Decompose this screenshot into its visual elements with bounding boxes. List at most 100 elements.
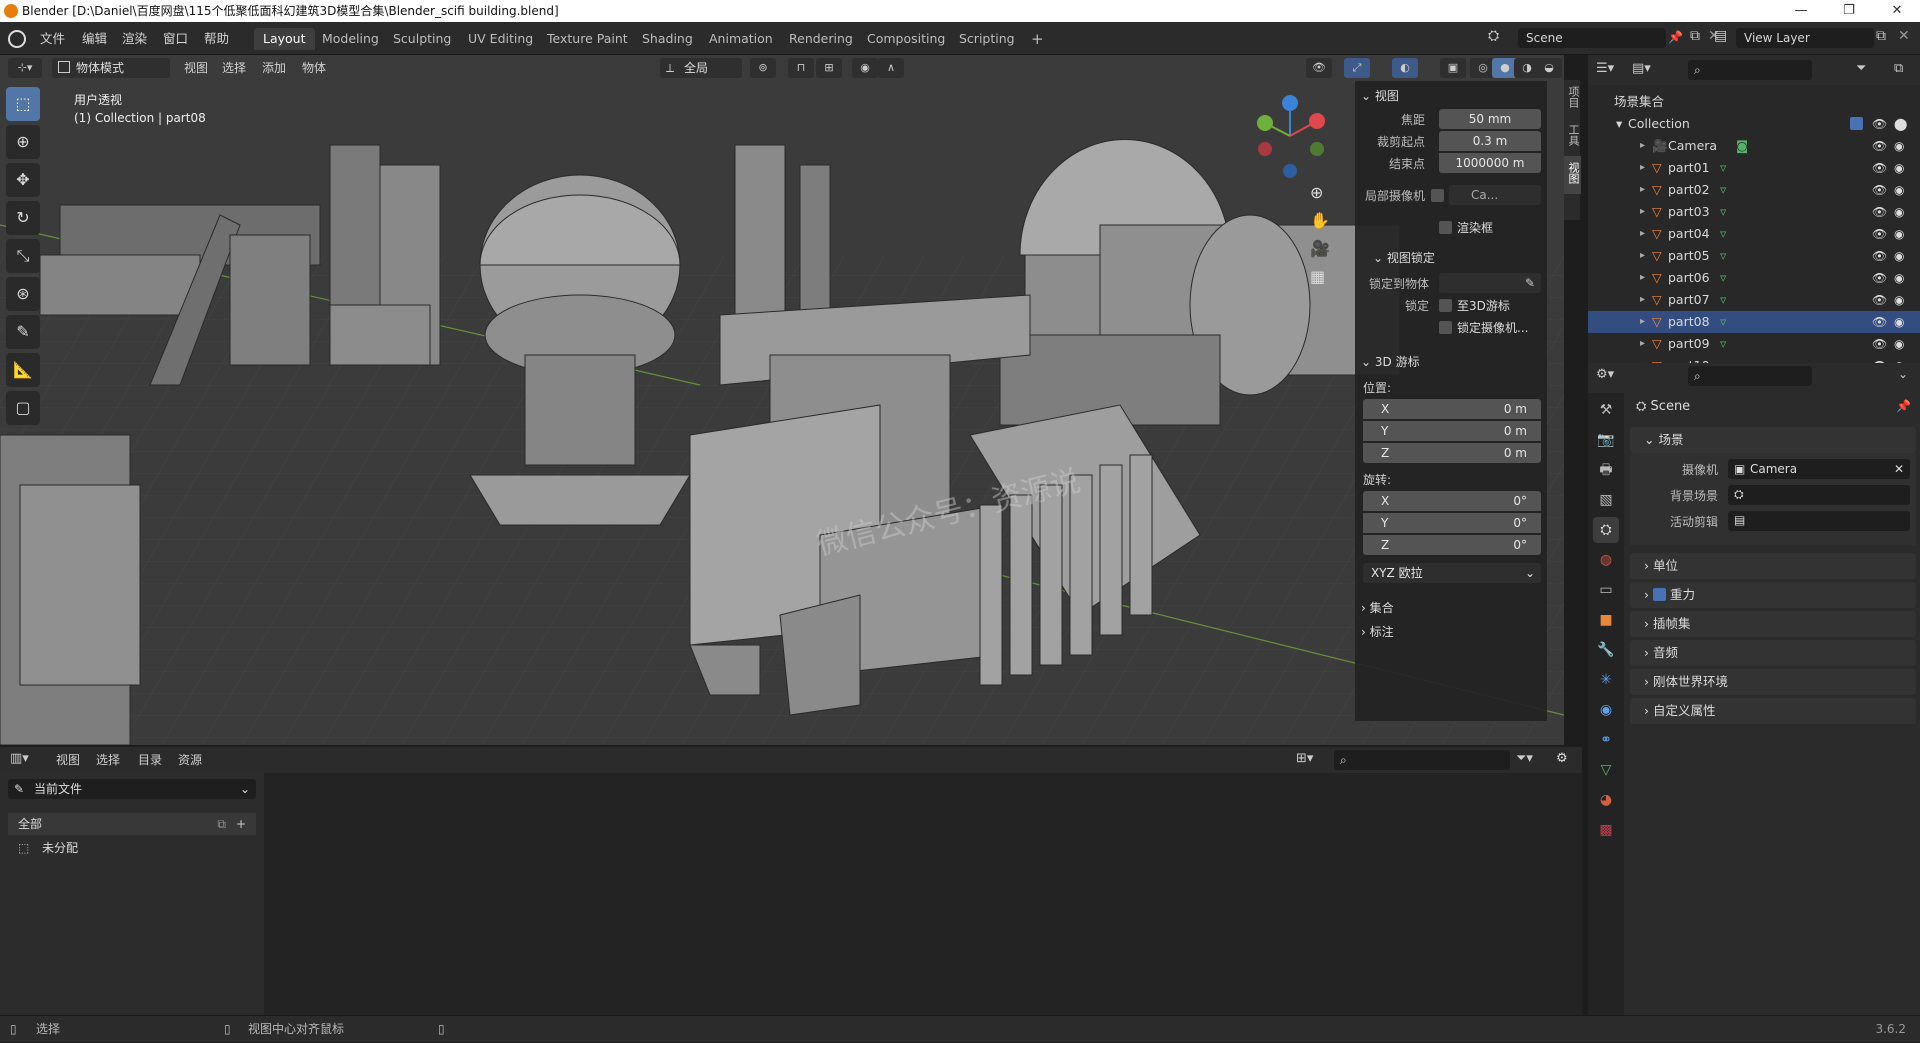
keying-sets-section-header[interactable]: › 插帧集 [1630,611,1916,637]
mode-selector[interactable]: 物体模式 [52,58,170,78]
asset-search-input[interactable]: ⌕ [1334,750,1510,770]
camera-render-icon[interactable]: ◉ [1894,135,1904,157]
audio-section-header[interactable]: › 音频 [1630,640,1916,666]
gizmo-toggle-icon[interactable]: ⤢ [1344,58,1370,78]
scene-tab-icon[interactable]: ⛭ [1593,517,1619,543]
object-tab-icon[interactable]: ■ [1593,607,1619,633]
collection-section-header[interactable]: › 集合 [1361,599,1394,616]
mesh-data-icon[interactable]: ▿ [1720,311,1726,333]
eye-icon[interactable]: 👁 [1872,311,1887,333]
eyedropper-icon[interactable]: ✎ [1525,273,1535,293]
cursor-tool-icon[interactable]: ⊕ [6,125,40,159]
tab-rendering[interactable]: Rendering [780,28,862,50]
chevron-down-icon[interactable]: ⌄ [1898,367,1908,381]
new-scene-icon[interactable]: ⧉ [1690,28,1700,44]
tool-tab-icon[interactable]: ⚒ [1593,397,1619,423]
pin-icon[interactable]: 📌 [1668,30,1683,44]
data-tab-icon[interactable]: ▽ [1593,757,1619,783]
view-section-header[interactable]: ⌄ 视图 [1361,87,1399,104]
tab-compositing[interactable]: Compositing [858,28,954,50]
lock-object-field[interactable]: ✎ [1439,273,1541,293]
gizmo-y-axis[interactable] [1257,115,1273,131]
cursor-location-y-field[interactable]: Y 0 m [1363,421,1541,441]
rotate-tool-icon[interactable]: ↻ [6,201,40,235]
eye-icon[interactable]: 👁 [1872,113,1887,135]
render-tab-icon[interactable]: 📷 [1593,427,1619,453]
background-scene-field[interactable]: ⛭ [1728,485,1910,505]
camera-render-icon[interactable]: ◉ [1894,311,1904,333]
new-view-layer-icon[interactable]: ⧉ [1876,28,1886,44]
mesh-data-icon[interactable]: ▿ [1720,179,1726,201]
viewport-menu-view[interactable]: 视图 [178,58,214,78]
camera-render-icon[interactable]: ◉ [1894,289,1904,311]
delete-view-layer-icon[interactable]: ✕ [1898,28,1910,44]
tab-view[interactable]: 视图 [1564,156,1581,194]
collection-tab-icon[interactable]: ▭ [1593,577,1619,603]
tab-texture-paint[interactable]: Texture Paint [538,28,637,50]
gizmo-neg-x-axis[interactable] [1258,142,1272,156]
ortho-grid-icon[interactable]: ▦ [1310,267,1325,286]
eye-icon[interactable]: 👁 [1872,289,1887,311]
cursor-rotation-z-field[interactable]: Z 0° [1363,535,1541,555]
blender-menu-icon[interactable] [8,30,26,48]
view-lock-section-header[interactable]: ⌄ 视图锁定 [1373,249,1435,266]
viewport-menu-object[interactable]: 物体 [296,58,332,78]
viewport-menu-select[interactable]: 选择 [216,58,252,78]
expand-arrow-icon[interactable]: ▸ [1640,267,1645,289]
tab-item[interactable]: 项目 [1564,80,1581,118]
expand-arrow-icon[interactable]: ▸ [1640,245,1645,267]
tab-sculpting[interactable]: Sculpting [384,28,460,50]
lock-camera-checkbox[interactable] [1439,321,1452,334]
view-layer-selector[interactable]: View Layer [1736,28,1874,48]
scene-section-header[interactable]: ⌄ 场景 [1630,427,1916,453]
catalog-unassigned-row[interactable]: ⬚ 未分配 [8,837,256,859]
particles-tab-icon[interactable]: ✳ [1593,667,1619,693]
camera-render-icon[interactable]: ⬤ [1894,113,1907,135]
visibility-icon[interactable]: 👁 [1306,58,1332,78]
editor-type-icon[interactable]: ⊹▾ [8,58,42,78]
expand-arrow-icon[interactable]: ▸ [1640,223,1645,245]
gravity-checkbox[interactable] [1652,588,1666,601]
outliner-item-part06[interactable]: ▸ ▽ part06 ▿ 👁 ◉ [1588,267,1920,289]
tab-shading[interactable]: Shading [633,28,702,50]
display-size-icon[interactable]: ⊞▾ [1296,751,1313,766]
outliner-item-part05[interactable]: ▸ ▽ part05 ▿ 👁 ◉ [1588,245,1920,267]
output-tab-icon[interactable]: 🖶 [1593,457,1619,483]
menu-edit[interactable]: 编辑 [76,29,113,49]
texture-tab-icon[interactable]: ▩ [1593,817,1619,843]
mesh-data-icon[interactable]: ▿ [1720,289,1726,311]
asset-menu-view[interactable]: 视图 [50,750,86,770]
eye-icon[interactable]: 👁 [1872,267,1887,289]
render-region-checkbox[interactable] [1439,221,1452,234]
clip-end-field[interactable]: 1000000 m [1439,153,1541,173]
catalog-all-row[interactable]: 全部 ⧉ + [8,813,256,835]
modifier-tab-icon[interactable]: 🔧 [1593,637,1619,663]
gear-icon[interactable]: ⚙ [1556,751,1568,766]
gizmo-x-axis[interactable] [1309,113,1325,129]
scene-collection-row[interactable]: 场景集合 [1588,91,1920,113]
overlay-toggle-icon[interactable]: ◐ [1392,58,1418,78]
move-tool-icon[interactable]: ✥ [6,163,40,197]
expand-arrow-icon[interactable]: ▸ [1640,311,1645,333]
eye-icon[interactable]: 👁 [1872,135,1887,157]
camera-render-icon[interactable]: ◉ [1894,333,1904,355]
world-tab-icon[interactable]: ◍ [1593,547,1619,573]
outliner-search-input[interactable]: ⌕ [1688,60,1812,80]
expand-arrow-icon[interactable]: ▸ [1640,333,1645,355]
gizmo-z-axis[interactable] [1282,95,1298,111]
collection-expand-icon[interactable]: ▾ [1616,113,1622,135]
scene-selector[interactable]: Scene [1518,28,1666,48]
cursor-rotation-y-field[interactable]: Y 0° [1363,513,1541,533]
snap-icon[interactable]: ⊓ [788,58,814,78]
eye-icon[interactable]: 👁 [1872,201,1887,223]
camera-data-icon[interactable]: ◙ [1736,135,1748,157]
minimize-button[interactable]: — [1778,0,1824,22]
camera-render-icon[interactable]: ◉ [1894,201,1904,223]
constraints-tab-icon[interactable]: ⚭ [1593,727,1619,753]
focal-length-field[interactable]: 50 mm [1439,109,1541,129]
outliner-item-part03[interactable]: ▸ ▽ part03 ▿ 👁 ◉ [1588,201,1920,223]
tab-layout[interactable]: Layout [254,28,315,50]
close-window-button[interactable]: ✕ [1874,0,1920,22]
outliner-item-part09[interactable]: ▸ ▽ part09 ▿ 👁 ◉ [1588,333,1920,355]
asset-editor-icon[interactable]: ▥▾ [10,751,29,766]
